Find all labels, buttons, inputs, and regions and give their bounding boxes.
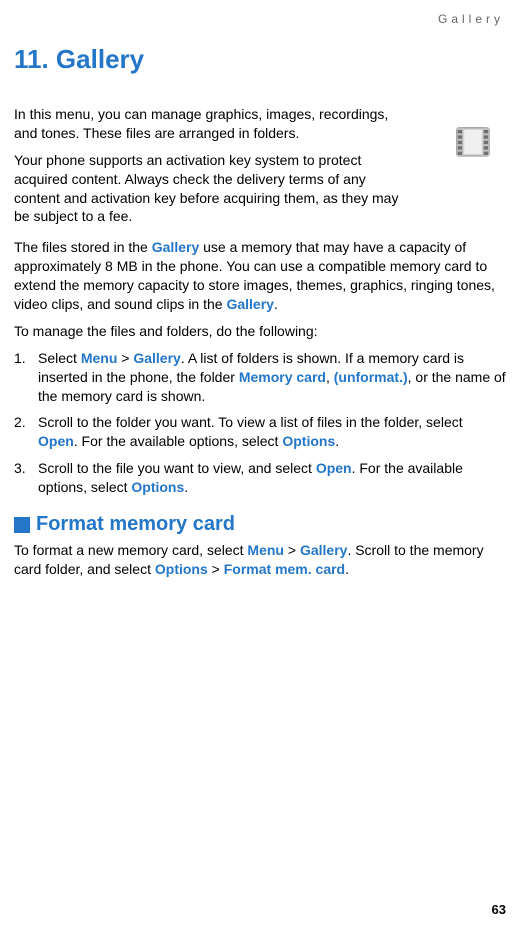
text: > [208, 561, 224, 577]
manage-lead: To manage the files and folders, do the … [14, 322, 506, 341]
text: Select [38, 350, 81, 366]
open-highlight: Open [316, 460, 352, 476]
steps-list: Select Menu > Gallery. A list of folders… [14, 349, 506, 497]
gallery-highlight: Gallery [226, 296, 273, 312]
text: . [274, 296, 278, 312]
intro-paragraph-1: In this menu, you can manage graphics, i… [14, 105, 414, 143]
gallery-highlight: Gallery [133, 350, 180, 366]
options-highlight: Options [155, 561, 208, 577]
open-highlight: Open [38, 433, 74, 449]
chapter-title: 11. Gallery [14, 44, 506, 75]
menu-highlight: Menu [81, 350, 118, 366]
page-number: 63 [492, 902, 506, 917]
text: . [345, 561, 349, 577]
memory-card-highlight: Memory card [239, 369, 326, 385]
gallery-icon [448, 117, 500, 174]
unformat-highlight: (unformat.) [334, 369, 408, 385]
intro-paragraph-2: Your phone supports an activation key sy… [14, 151, 414, 227]
text: To format a new memory card, select [14, 542, 247, 558]
step-2: Scroll to the folder you want. To view a… [14, 413, 506, 451]
section-marker-icon [14, 517, 30, 533]
text: . For the available options, select [74, 433, 283, 449]
text: The files stored in the [14, 239, 152, 255]
format-paragraph: To format a new memory card, select Menu… [14, 541, 506, 579]
text: Scroll to the folder you want. To view a… [38, 414, 463, 430]
options-highlight: Options [282, 433, 335, 449]
gallery-highlight: Gallery [300, 542, 347, 558]
content-area: In this menu, you can manage graphics, i… [14, 105, 506, 579]
page-header: Gallery [14, 10, 506, 26]
text: . [184, 479, 188, 495]
memory-paragraph: The files stored in the Gallery use a me… [14, 238, 506, 314]
options-highlight: Options [131, 479, 184, 495]
section-title: Format memory card [36, 511, 235, 538]
step-3: Scroll to the file you want to view, and… [14, 459, 506, 497]
section-heading: Format memory card [14, 511, 506, 538]
gallery-highlight: Gallery [152, 239, 199, 255]
menu-highlight: Menu [247, 542, 284, 558]
format-mem-highlight: Format mem. card [224, 561, 345, 577]
text: Scroll to the file you want to view, and… [38, 460, 316, 476]
text: . [335, 433, 339, 449]
text: , [326, 369, 334, 385]
text: > [117, 350, 133, 366]
step-1: Select Menu > Gallery. A list of folders… [14, 349, 506, 406]
text: > [284, 542, 300, 558]
